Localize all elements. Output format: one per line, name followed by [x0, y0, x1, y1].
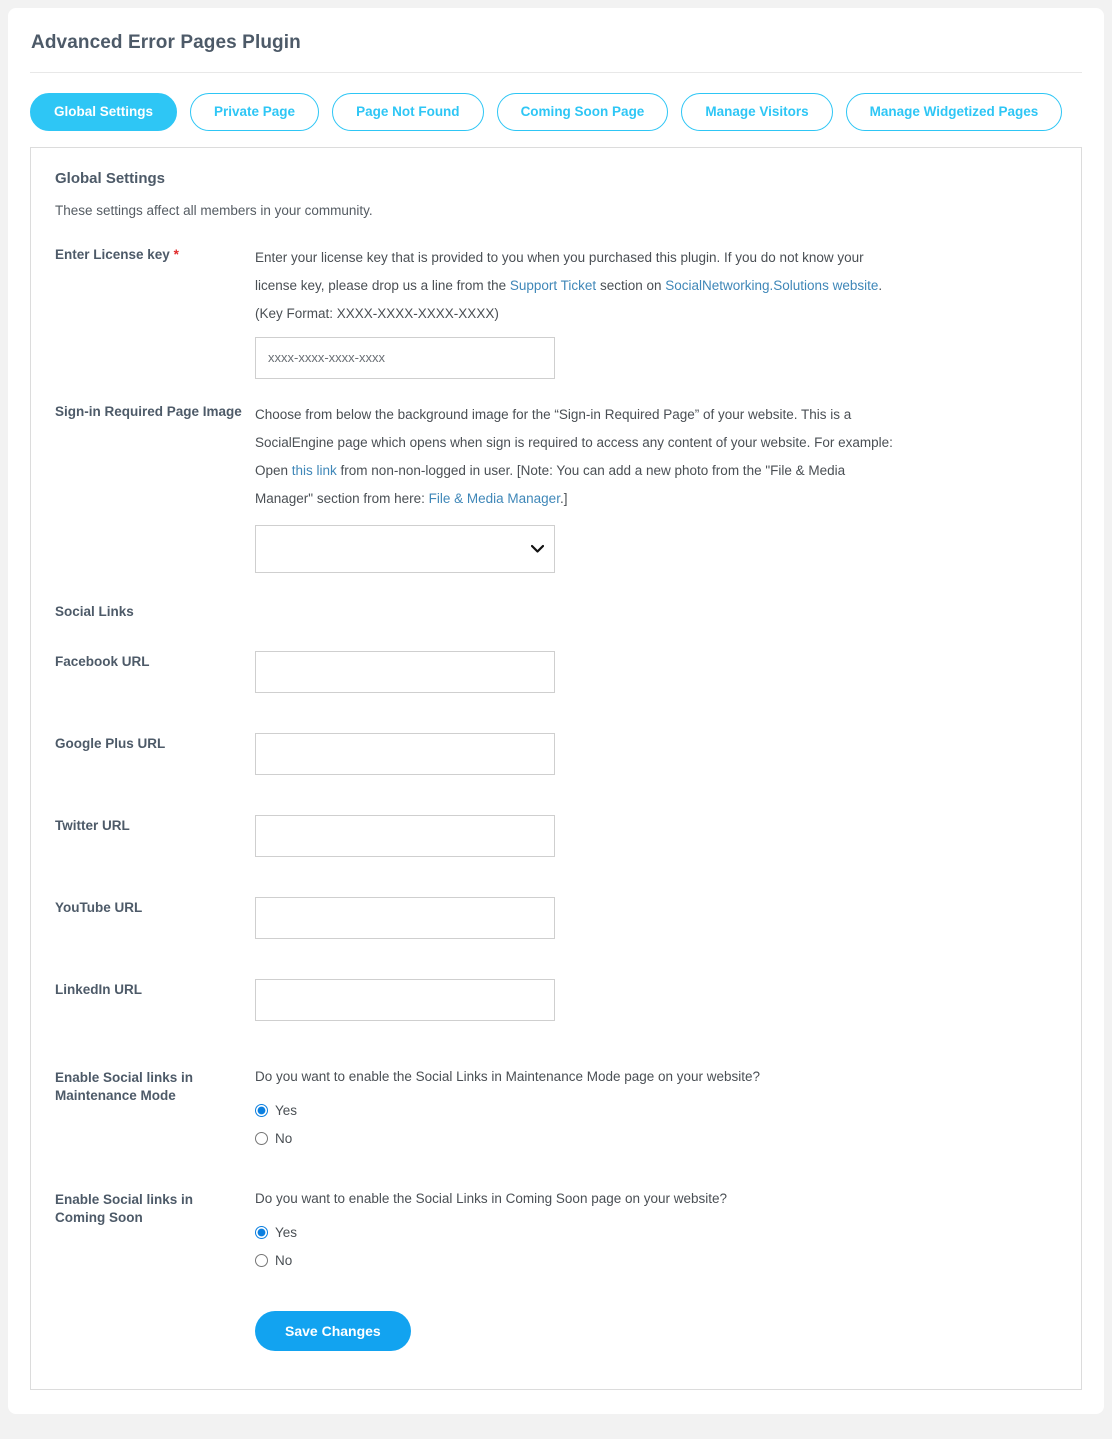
- enable-coming-soon-no-label[interactable]: No: [275, 1253, 292, 1268]
- enable-maintenance-no-option[interactable]: No: [255, 1131, 1057, 1146]
- plugin-card: Advanced Error Pages Plugin Global Setti…: [8, 8, 1104, 1414]
- enable-coming-soon-radio-group: Yes No: [255, 1225, 1057, 1268]
- enable-coming-soon-no-option[interactable]: No: [255, 1253, 1057, 1268]
- license-desc-part-3: .: [878, 277, 883, 293]
- socialnetworking-solutions-link[interactable]: SocialNetworking.Solutions website: [665, 278, 878, 293]
- tab-private-page[interactable]: Private Page: [190, 93, 320, 131]
- tab-manage-widgetized-pages[interactable]: Manage Widgetized Pages: [845, 93, 1063, 131]
- enable-maintenance-yes-label[interactable]: Yes: [275, 1103, 297, 1118]
- enable-maintenance-yes-radio[interactable]: [255, 1103, 268, 1117]
- page-title: Advanced Error Pages Plugin: [31, 32, 301, 53]
- twitter-url-label: Twitter URL: [55, 817, 130, 833]
- signin-image-select[interactable]: [255, 524, 555, 573]
- panel-heading: Global Settings: [55, 169, 166, 187]
- panel-subtitle: These settings affect all members in you…: [55, 202, 373, 218]
- row-social-links-group: Social Links: [55, 601, 1057, 621]
- page-root: Advanced Error Pages Plugin Global Setti…: [0, 0, 1112, 1439]
- google-plus-url-input[interactable]: [255, 732, 555, 775]
- linkedin-url-input[interactable]: [255, 978, 555, 1021]
- social-links-group-label: Social Links: [55, 603, 134, 619]
- google-plus-url-label: Google Plus URL: [55, 735, 166, 751]
- this-link-link[interactable]: this link: [292, 463, 337, 478]
- enable-coming-soon-no-radio[interactable]: [255, 1253, 268, 1267]
- license-key-field-group: Enter your license key that is provided …: [255, 244, 1057, 379]
- signin-image-select-wrapper: [255, 524, 555, 573]
- enable-maintenance-yes-option[interactable]: Yes: [255, 1103, 1057, 1118]
- required-asterisk: *: [173, 246, 179, 262]
- enable-maintenance-no-label[interactable]: No: [275, 1131, 292, 1146]
- row-facebook-url: Facebook URL: [55, 650, 1057, 693]
- license-key-label-text: Enter License key: [55, 246, 170, 262]
- license-key-description: Enter your license key that is provided …: [255, 244, 905, 328]
- license-desc-part-2: section on: [596, 277, 666, 293]
- row-linkedin-url: LinkedIn URL: [55, 978, 1057, 1021]
- row-google-plus-url: Google Plus URL: [55, 732, 1057, 775]
- tab-global-settings[interactable]: Global Settings: [30, 93, 178, 131]
- tab-coming-soon-page[interactable]: Coming Soon Page: [496, 93, 669, 131]
- tab-page-not-found[interactable]: Page Not Found: [332, 93, 484, 131]
- row-license-key: Enter License key * Enter your license k…: [55, 244, 1057, 379]
- facebook-url-label: Facebook URL: [55, 653, 150, 669]
- tab-manage-visitors[interactable]: Manage Visitors: [681, 93, 833, 131]
- row-twitter-url: Twitter URL: [55, 814, 1057, 857]
- row-signin-required-image: Sign-in Required Page Image Choose from …: [55, 401, 1057, 573]
- enable-maintenance-radio-group: Yes No: [255, 1103, 1057, 1146]
- signin-image-description: Choose from below the background image f…: [255, 401, 905, 513]
- save-changes-button[interactable]: Save Changes: [255, 1310, 411, 1351]
- settings-panel: Global Settings These settings affect al…: [30, 146, 1082, 1390]
- facebook-url-input[interactable]: [255, 650, 555, 693]
- enable-maintenance-label: Enable Social links in Maintenance Mode: [55, 1069, 194, 1103]
- youtube-url-input[interactable]: [255, 896, 555, 939]
- license-key-format: (Key Format: XXXX-XXXX-XXXX-XXXX): [255, 305, 499, 321]
- enable-maintenance-no-radio[interactable]: [255, 1131, 268, 1145]
- row-youtube-url: YouTube URL: [55, 896, 1057, 939]
- license-key-input[interactable]: [255, 336, 555, 379]
- twitter-url-input[interactable]: [255, 814, 555, 857]
- enable-coming-soon-yes-radio[interactable]: [255, 1225, 268, 1239]
- linkedin-url-label: LinkedIn URL: [55, 981, 142, 997]
- signin-image-label: Sign-in Required Page Image: [55, 403, 242, 419]
- enable-maintenance-question: Do you want to enable the Social Links i…: [255, 1068, 761, 1084]
- youtube-url-label: YouTube URL: [55, 899, 143, 915]
- enable-coming-soon-label: Enable Social links in Coming Soon: [55, 1191, 194, 1225]
- row-enable-social-coming-soon: Enable Social links in Coming Soon Do yo…: [55, 1189, 1057, 1281]
- license-key-label: Enter License key *: [55, 244, 255, 264]
- enable-coming-soon-question: Do you want to enable the Social Links i…: [255, 1190, 728, 1206]
- enable-coming-soon-yes-label[interactable]: Yes: [275, 1225, 297, 1240]
- support-ticket-link[interactable]: Support Ticket: [510, 278, 596, 293]
- file-media-manager-link[interactable]: File & Media Manager: [429, 491, 560, 506]
- enable-coming-soon-yes-option[interactable]: Yes: [255, 1225, 1057, 1240]
- signin-desc-part-3: .]: [559, 490, 568, 506]
- row-enable-social-maintenance: Enable Social links in Maintenance Mode …: [55, 1067, 1057, 1159]
- tab-bar: Global Settings Private Page Page Not Fo…: [30, 73, 1082, 147]
- row-save-actions: Save Changes: [55, 1289, 1057, 1351]
- signin-image-field-group: Choose from below the background image f…: [255, 401, 1057, 573]
- save-actions-spacer: [55, 1289, 255, 1291]
